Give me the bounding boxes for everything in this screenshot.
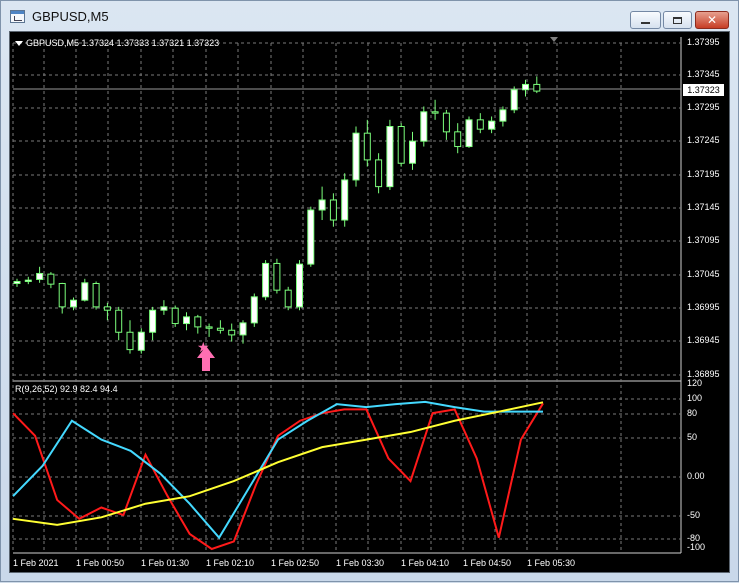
candle-body <box>329 199 337 221</box>
candle-body <box>363 132 371 161</box>
candle-body <box>442 112 450 133</box>
candle-body <box>284 289 292 308</box>
candle-body <box>47 273 55 285</box>
chart-header: GBPUSD,M5 1.37324 1.37333 1.37321 1.3732… <box>15 38 219 48</box>
candle-body <box>171 307 179 325</box>
indicator-axis-label: 120 <box>687 378 703 388</box>
chart-svg: ★ <box>12 37 682 554</box>
current-price-label: 1.37323 <box>683 84 724 96</box>
indicator-axis-label: 100 <box>687 393 703 403</box>
candle-body <box>431 111 439 114</box>
candle-body <box>273 262 281 291</box>
candle-body <box>296 263 303 308</box>
price-axis-label: 1.37045 <box>687 269 720 279</box>
candle-body <box>160 306 168 311</box>
candle-body <box>397 126 405 164</box>
candle-body <box>499 109 507 122</box>
indicator-axis-label: 80 <box>687 408 698 418</box>
candle-body <box>137 331 145 351</box>
candle-body <box>92 282 100 308</box>
candle-body <box>352 132 360 181</box>
candle-body <box>409 140 416 164</box>
time-axis-label: 1 Feb 03:30 <box>336 558 385 568</box>
chart-header-text: GBPUSD,M5 1.37324 1.37333 1.37321 1.3732… <box>26 38 220 48</box>
time-axis-label: 1 Feb 2021 <box>13 558 59 568</box>
candle-body <box>205 326 213 329</box>
candle-body <box>183 316 190 325</box>
candle-body <box>386 126 394 188</box>
candle-body <box>58 282 66 308</box>
candle-body <box>194 316 202 328</box>
price-axis-label: 1.37095 <box>687 235 720 245</box>
price-axis-label: 1.36945 <box>687 335 720 345</box>
candle-body <box>81 282 89 301</box>
candle-body <box>341 179 349 221</box>
dropdown-triangle-icon <box>15 41 23 47</box>
chart-shift-icon <box>550 37 558 42</box>
candle-body <box>522 83 529 91</box>
price-axis-label: 1.37145 <box>687 202 720 212</box>
chart-window: GBPUSD,M5 ✕ ★ GBPUSD,M5 1.37324 1.37333 … <box>0 0 739 582</box>
time-axis-label: 1 Feb 05:30 <box>527 558 576 568</box>
candle-body <box>216 327 224 331</box>
candle-body <box>318 199 326 211</box>
price-axis-label: 1.36995 <box>687 302 720 312</box>
candle-body <box>420 111 428 142</box>
candle-body <box>239 322 247 336</box>
price-axis-label: 1.37295 <box>687 102 720 112</box>
candle-body <box>476 119 484 130</box>
candle-body <box>454 131 462 148</box>
candle-body <box>228 329 236 336</box>
candle-body <box>465 119 473 148</box>
candle-body <box>533 83 541 92</box>
price-axis-label: 1.37345 <box>687 69 720 79</box>
indicator-axis-label: -50 <box>687 510 701 520</box>
price-axis-label: 1.37195 <box>687 169 720 179</box>
candle-body <box>13 280 21 284</box>
price-axis-label: 1.37395 <box>687 37 720 47</box>
indicator-axis-label: 0.00 <box>687 471 705 481</box>
indicator-axis-label: 50 <box>687 432 698 442</box>
candle-body <box>510 89 518 111</box>
candle-body <box>149 309 157 333</box>
time-axis-label: 1 Feb 02:50 <box>271 558 320 568</box>
time-axis-label: 1 Feb 02:10 <box>206 558 255 568</box>
time-axis-label: 1 Feb 04:10 <box>401 558 450 568</box>
time-axis-label: 1 Feb 04:50 <box>463 558 512 568</box>
indicator-header: R(9,26,52) 92.9 82.4 94.4 <box>15 384 118 394</box>
candle-body <box>36 272 44 280</box>
candle-body <box>250 296 258 324</box>
candle-body <box>262 262 270 298</box>
indicator-axis-label: -100 <box>687 542 706 552</box>
time-axis-label: 1 Feb 00:50 <box>76 558 125 568</box>
candle-body <box>103 306 111 311</box>
candle-body <box>24 279 32 282</box>
time-axis-label: 1 Feb 01:30 <box>141 558 190 568</box>
candle-body <box>375 159 383 188</box>
candle-body <box>307 209 315 265</box>
candle-body <box>488 120 496 130</box>
price-axis-label: 1.37245 <box>687 135 720 145</box>
candle-body <box>126 331 134 351</box>
candle-body <box>70 299 77 308</box>
candle-body <box>115 309 123 333</box>
